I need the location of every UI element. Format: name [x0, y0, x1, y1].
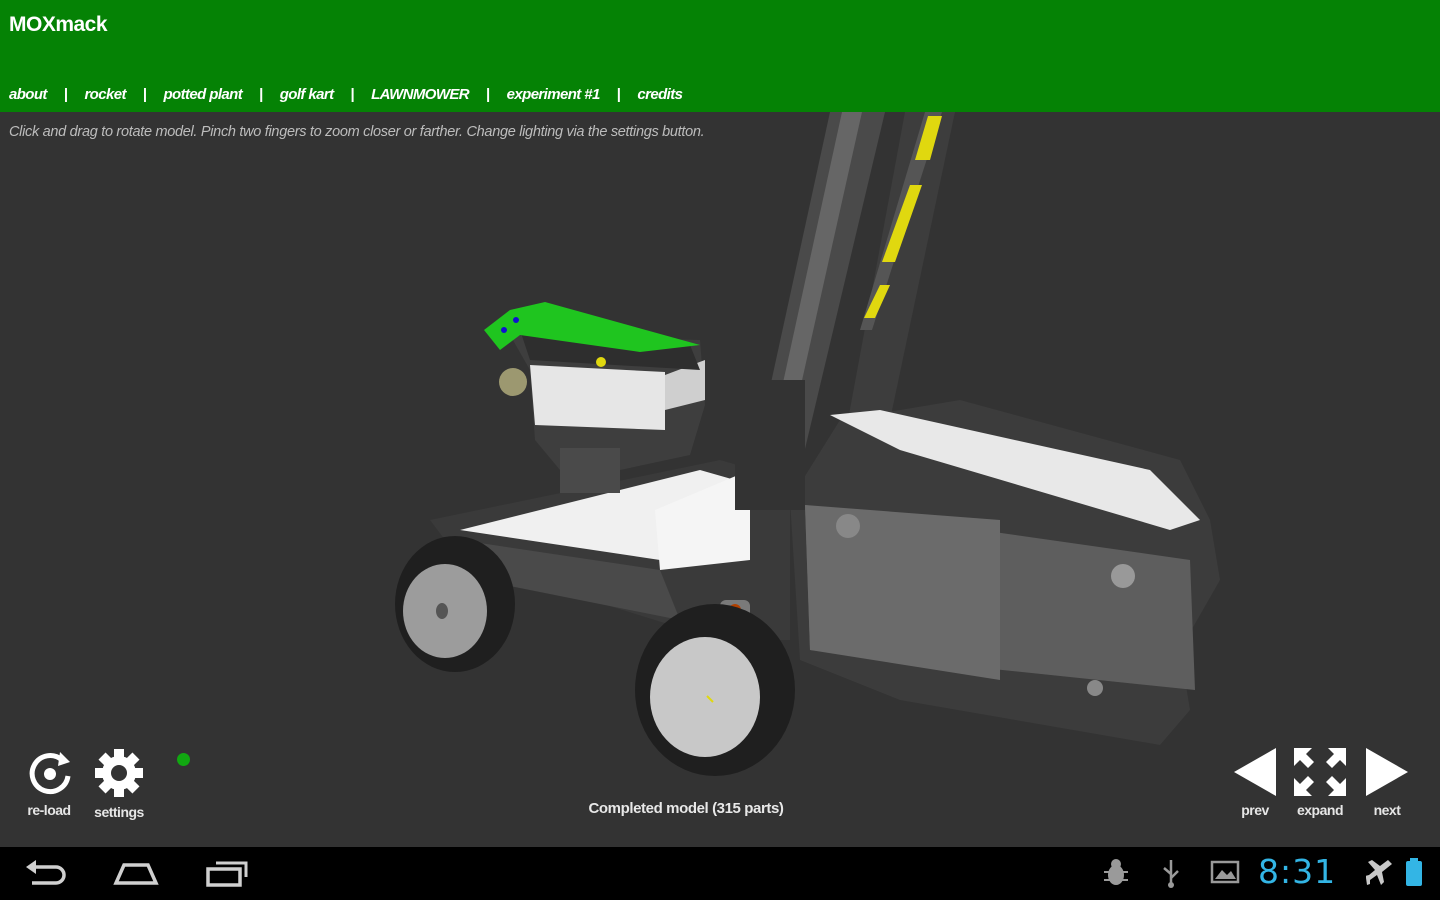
settings-label: settings — [94, 804, 144, 820]
nav-separator: | — [142, 85, 147, 103]
prev-label: prev — [1241, 802, 1269, 818]
nav-separator: | — [350, 85, 355, 103]
app-title: MOXmack — [9, 13, 108, 36]
nav-about[interactable]: about — [9, 86, 47, 103]
rear-wheel — [635, 604, 795, 776]
grass-bag — [790, 400, 1220, 745]
model-status: Completed model (315 parts) — [588, 800, 784, 817]
nav-potted-plant[interactable]: potted plant — [163, 86, 242, 103]
nav-rocket[interactable]: rocket — [84, 86, 126, 103]
app-header: MOXmack about | rocket | potted plant | … — [0, 0, 1440, 112]
left-arrow-icon — [1234, 748, 1276, 796]
engine-block — [484, 302, 705, 493]
expand-label: expand — [1296, 802, 1344, 818]
recent-apps-icon — [206, 861, 248, 887]
reload-button[interactable]: re-load — [24, 748, 74, 818]
back-icon — [26, 860, 66, 885]
back-button[interactable] — [24, 857, 68, 896]
right-arrow-icon — [1366, 748, 1408, 796]
debug-icon — [1104, 859, 1128, 885]
expand-button[interactable]: expand — [1292, 746, 1348, 818]
settings-button[interactable]: settings — [92, 746, 146, 820]
nav-credits[interactable]: credits — [637, 86, 683, 103]
top-nav: about | rocket | potted plant | golf kar… — [9, 83, 683, 105]
next-label: next — [1373, 802, 1401, 818]
battery-icon — [1406, 858, 1422, 886]
reload-icon — [29, 752, 71, 795]
lawnmower-model[interactable] — [0, 112, 1440, 847]
nav-separator: | — [63, 85, 68, 103]
recent-apps-button[interactable] — [204, 857, 250, 896]
reload-label: re-load — [27, 802, 71, 818]
home-icon — [113, 863, 159, 885]
status-indicator-dot — [177, 753, 190, 766]
gear-icon — [95, 749, 143, 797]
next-button[interactable]: next — [1364, 746, 1410, 818]
nav-golf-kart[interactable]: golf kart — [280, 86, 334, 103]
nav-separator: | — [486, 85, 490, 103]
nav-separator: | — [259, 85, 263, 103]
nav-separator: | — [616, 85, 621, 103]
home-button[interactable] — [112, 857, 160, 896]
expand-icon — [1294, 748, 1346, 796]
nav-experiment-1[interactable]: experiment #1 — [507, 86, 601, 103]
nav-lawnmower[interactable]: LAWNMOWER — [371, 86, 470, 103]
viewer-instructions: Click and drag to rotate model. Pinch tw… — [9, 124, 705, 140]
gallery-icon — [1210, 860, 1240, 884]
system-clock: 8:31 — [1258, 852, 1337, 891]
usb-icon — [1163, 860, 1179, 888]
front-wheel — [395, 536, 515, 672]
airplane-mode-icon — [1366, 860, 1392, 885]
prev-button[interactable]: prev — [1232, 746, 1278, 818]
